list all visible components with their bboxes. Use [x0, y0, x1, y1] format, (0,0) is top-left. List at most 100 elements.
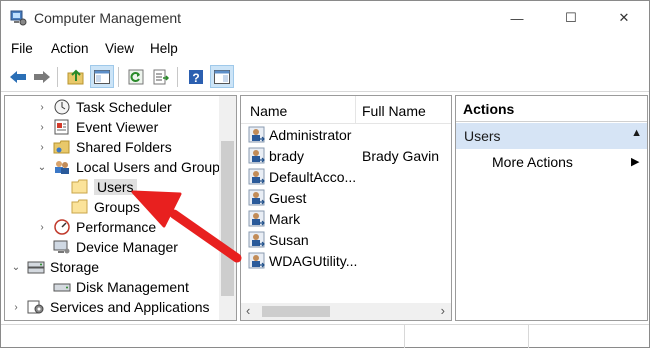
user-icon: [248, 189, 265, 206]
menu-view[interactable]: View: [105, 41, 134, 56]
menu-help[interactable]: Help: [150, 41, 178, 56]
tree-item-label: Services and Applications: [50, 299, 210, 315]
collapse-chevron-icon[interactable]: ⌄: [35, 162, 49, 173]
more-actions-item[interactable]: More Actions: [492, 154, 573, 170]
folder-icon: [71, 179, 88, 194]
refresh-button[interactable]: [124, 65, 148, 88]
tree-item-label: Disk Management: [76, 279, 189, 295]
shared-folder-icon: [53, 140, 70, 154]
performance-icon: [54, 219, 70, 235]
users-groups-icon: [55, 161, 69, 174]
maximize-button[interactable]: ☐: [548, 1, 594, 35]
list-item[interactable]: WDAGUtility...: [241, 250, 451, 271]
tree-item-performance[interactable]: › Performance: [35, 217, 156, 237]
storage-icon: [27, 261, 45, 274]
tree-item-label: Device Manager: [76, 239, 178, 255]
scroll-right-arrow-icon[interactable]: ›: [441, 303, 445, 318]
console-tree-icon: [94, 69, 110, 84]
list-item[interactable]: Susan: [241, 229, 451, 250]
actions-heading: Actions: [456, 96, 647, 122]
refresh-icon: [128, 69, 144, 84]
user-name: Guest: [269, 189, 307, 206]
up-one-level-button[interactable]: [64, 65, 88, 88]
list-item[interactable]: Mark: [241, 208, 451, 229]
minimize-button[interactable]: —: [494, 1, 540, 35]
action-pane-icon: [214, 69, 230, 84]
submenu-arrow-icon: ▶: [631, 156, 640, 168]
actions-section-users[interactable]: Users ▲: [456, 123, 647, 149]
back-arrow-icon: [10, 70, 26, 83]
show-hide-console-tree-button[interactable]: [90, 65, 114, 88]
clock-icon: [54, 99, 70, 115]
user-full-name: Brady Gavin: [362, 147, 440, 164]
expand-chevron-icon[interactable]: ›: [35, 142, 49, 153]
collapse-triangle-icon[interactable]: ▲: [631, 127, 642, 139]
tree-item-label: Performance: [76, 219, 157, 235]
device-manager-icon: [53, 240, 70, 254]
tree-item-label: Event Viewer: [76, 119, 159, 135]
tree-item-disk-management[interactable]: Disk Management: [49, 277, 189, 297]
back-button[interactable]: [6, 65, 30, 88]
menu-bar: File Action View Help: [1, 38, 649, 60]
tree-vertical-scrollbar[interactable]: [219, 96, 236, 320]
user-icon: [248, 168, 265, 185]
forward-button[interactable]: [30, 65, 54, 88]
services-icon: [27, 300, 44, 314]
tree-item-label: Shared Folders: [76, 139, 172, 155]
tree-item-task-scheduler[interactable]: › Task Scheduler: [35, 97, 172, 117]
column-header-full-name[interactable]: Full Name: [362, 103, 426, 119]
user-list-pane: Name Full Name Administrator brady Brady…: [240, 95, 452, 321]
actions-pane: Actions Users ▲ More Actions ▶: [455, 95, 648, 321]
user-icon: [248, 252, 265, 269]
tree-item-label: Storage: [50, 259, 100, 275]
list-header: Name Full Name: [241, 96, 451, 124]
user-name: brady: [269, 147, 305, 164]
list-item[interactable]: Guest: [241, 187, 451, 208]
tree-item-users[interactable]: Users: [67, 177, 137, 197]
user-icon: [248, 126, 265, 143]
tree-item-label: Groups: [94, 199, 140, 215]
expand-chevron-icon[interactable]: ›: [35, 222, 49, 233]
user-icon: [248, 147, 265, 164]
folder-up-icon: [67, 69, 84, 84]
user-name: Mark: [269, 210, 301, 227]
user-icon: [248, 210, 265, 227]
scroll-left-arrow-icon[interactable]: ‹: [246, 303, 250, 318]
scrollbar-thumb[interactable]: [262, 306, 330, 317]
svg-text:?: ?: [192, 71, 199, 85]
close-button[interactable]: ✕: [601, 1, 647, 35]
user-name: Administrator: [269, 126, 352, 143]
event-viewer-icon: [54, 119, 69, 135]
more-actions-label: More Actions: [492, 154, 573, 170]
export-list-icon: [153, 69, 169, 84]
tree-item-services-and-applications[interactable]: › Services and Applications: [9, 297, 210, 317]
tree-item-label: Task Scheduler: [76, 99, 172, 115]
column-header-name[interactable]: Name: [250, 103, 287, 119]
forward-arrow-icon: [34, 70, 50, 83]
user-name: DefaultAcco...: [269, 168, 357, 185]
actions-section-label: Users: [464, 128, 501, 144]
expand-chevron-icon[interactable]: ›: [35, 122, 49, 133]
expand-chevron-icon[interactable]: ›: [35, 102, 49, 113]
expand-chevron-icon[interactable]: ›: [9, 302, 23, 313]
menu-file[interactable]: File: [11, 41, 33, 56]
tree-item-storage[interactable]: ⌄ Storage: [9, 257, 99, 277]
menu-action[interactable]: Action: [51, 41, 89, 56]
status-bar: [1, 324, 649, 348]
list-horizontal-scrollbar[interactable]: ‹ ›: [241, 303, 451, 320]
help-button[interactable]: ?: [184, 65, 208, 88]
scrollbar-thumb[interactable]: [221, 141, 234, 296]
list-item[interactable]: brady Brady Gavin: [241, 145, 451, 166]
collapse-chevron-icon[interactable]: ⌄: [9, 262, 23, 273]
folder-icon: [71, 199, 88, 214]
tree-item-event-viewer[interactable]: › Event Viewer: [35, 117, 158, 137]
export-list-button[interactable]: [149, 65, 173, 88]
list-item[interactable]: DefaultAcco...: [241, 166, 451, 187]
tree-item-device-manager[interactable]: Device Manager: [49, 237, 178, 257]
tree-item-local-users-and-groups[interactable]: ⌄ Local Users and Groups: [35, 157, 227, 177]
tree-item-groups[interactable]: Groups: [67, 197, 140, 217]
tree-item-label: Local Users and Groups: [76, 159, 227, 175]
tree-item-shared-folders[interactable]: › Shared Folders: [35, 137, 172, 157]
list-item[interactable]: Administrator: [241, 124, 451, 145]
show-hide-action-pane-button[interactable]: [210, 65, 234, 88]
